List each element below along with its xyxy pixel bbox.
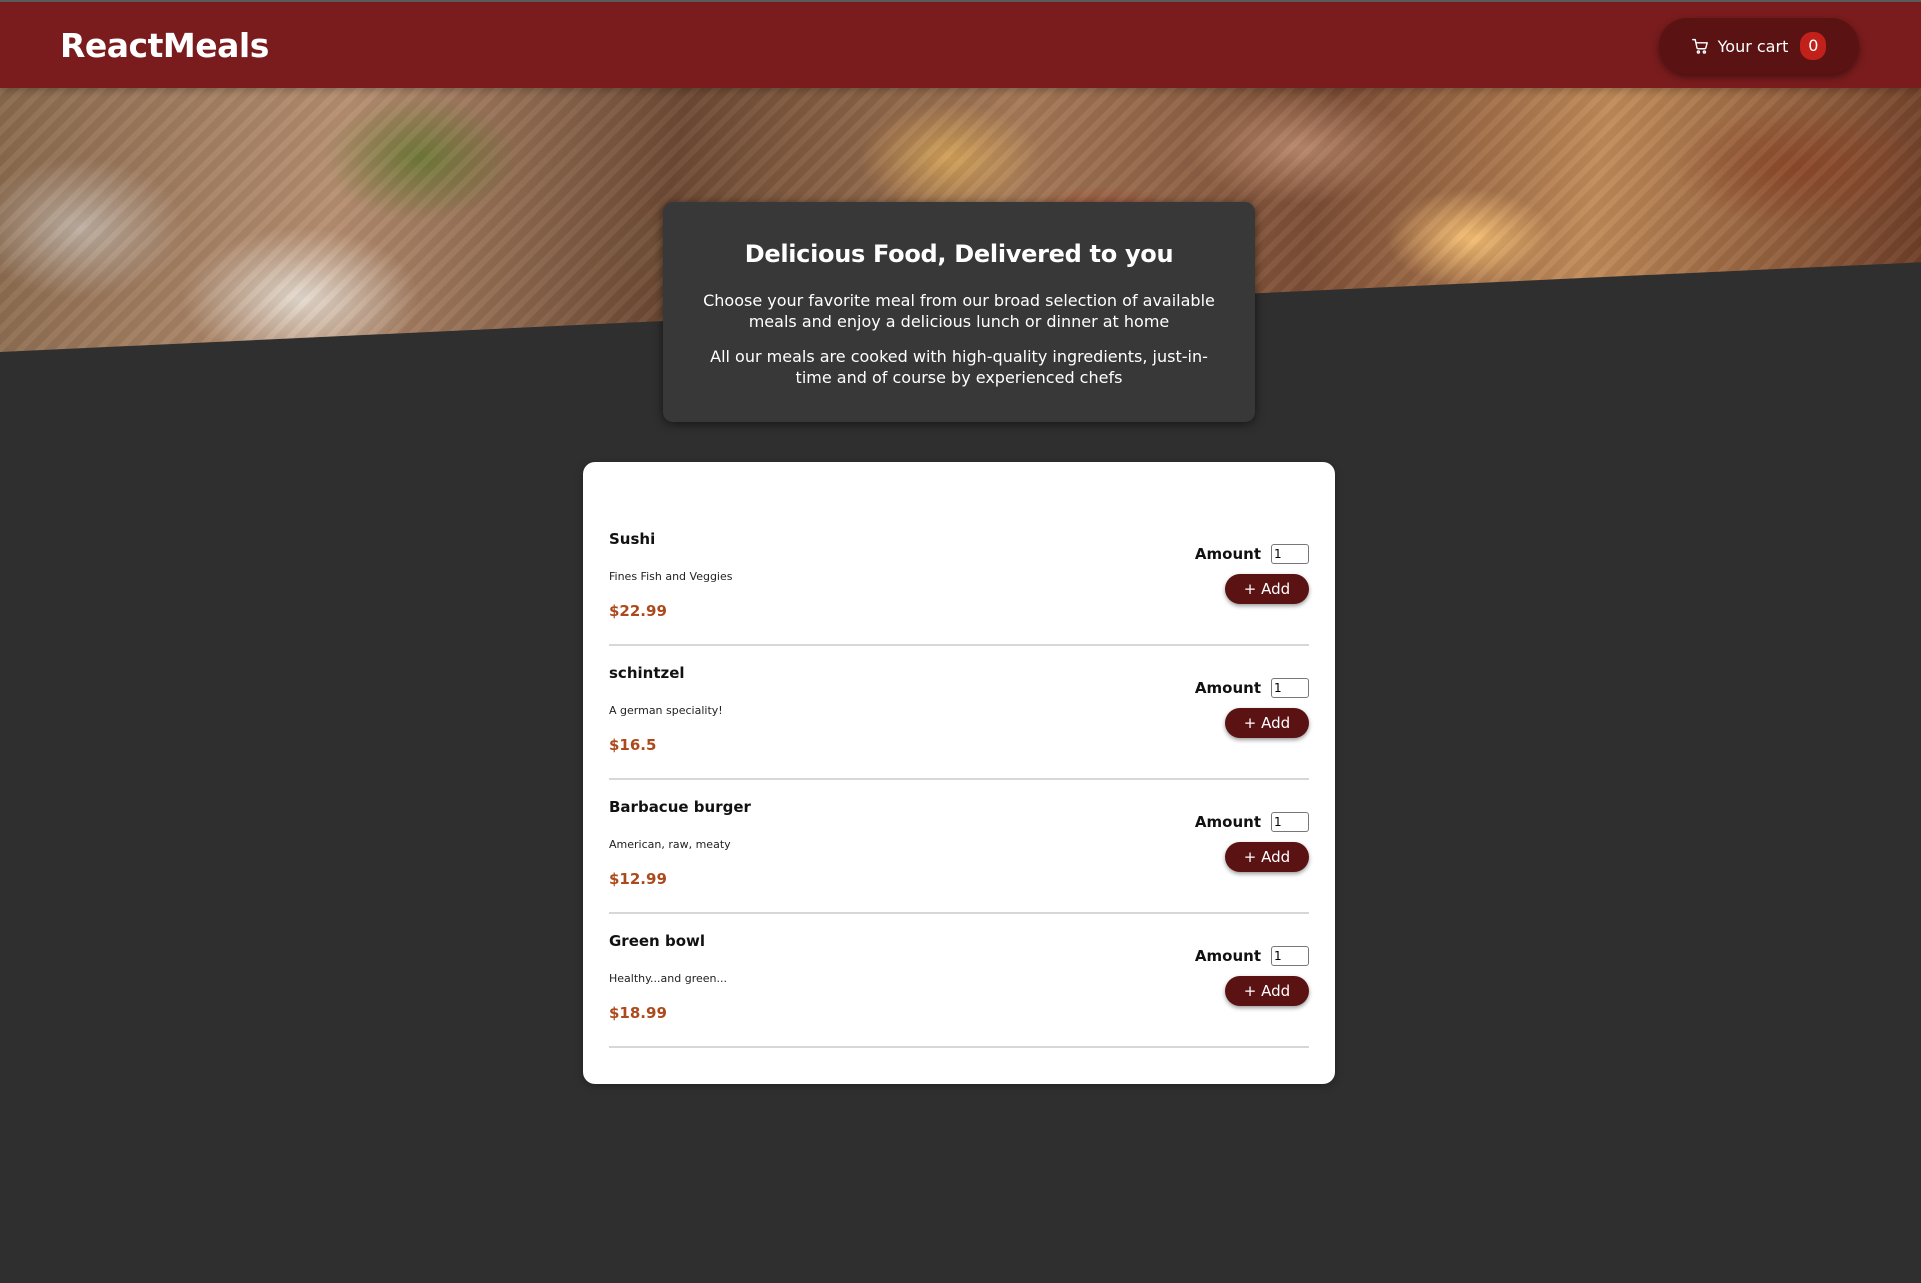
- cart-label: Your cart: [1717, 36, 1789, 56]
- meal-description: Healthy...and green...: [609, 972, 728, 985]
- add-to-cart-button[interactable]: + Add: [1225, 976, 1309, 1006]
- amount-label: Amount: [1194, 545, 1261, 563]
- summary-title: Delicious Food, Delivered to you: [744, 240, 1174, 268]
- meal-name: Sushi: [609, 530, 656, 548]
- meal-name: Green bowl: [609, 932, 705, 950]
- amount-label: Amount: [1194, 947, 1261, 965]
- amount-row: Amount: [1195, 678, 1309, 698]
- amount-label: Amount: [1194, 813, 1261, 831]
- meal-price: $22.99: [609, 602, 667, 620]
- amount-row: Amount: [1195, 946, 1309, 966]
- summary-paragraph-2: All our meals are cooked with high-quali…: [710, 347, 1208, 387]
- brand-logo: ReactMeals: [60, 26, 269, 65]
- add-to-cart-button[interactable]: + Add: [1225, 574, 1309, 604]
- add-to-cart-button[interactable]: + Add: [1225, 842, 1309, 872]
- add-to-cart-button[interactable]: + Add: [1225, 708, 1309, 738]
- meal-item: Barbacue burger American, raw, meaty $12…: [609, 780, 1309, 914]
- amount-input[interactable]: [1271, 946, 1309, 966]
- cart-count-badge: 0: [1800, 32, 1827, 60]
- meal-description: American, raw, meaty: [609, 838, 731, 851]
- cart-icon: [1691, 38, 1708, 54]
- amount-row: Amount: [1195, 812, 1309, 832]
- cart-button[interactable]: Your cart 0: [1659, 18, 1859, 74]
- meal-price: $18.99: [609, 1004, 667, 1022]
- amount-input[interactable]: [1271, 544, 1309, 564]
- amount-input[interactable]: [1271, 812, 1309, 832]
- amount-label: Amount: [1194, 679, 1261, 697]
- app-header: ReactMeals Your cart 0: [0, 0, 1921, 88]
- summary-paragraph-1: Choose your favorite meal from our broad…: [703, 291, 1215, 331]
- meal-item: schintzel A german speciality! $16.5 Amo…: [609, 646, 1309, 780]
- meal-price: $16.5: [609, 736, 657, 754]
- amount-input[interactable]: [1271, 678, 1309, 698]
- meal-item: Green bowl Healthy...and green... $18.99…: [609, 914, 1309, 1048]
- meal-price: $12.99: [609, 870, 667, 888]
- meal-name: Barbacue burger: [609, 798, 751, 816]
- meals-summary: Delicious Food, Delivered to you Choose …: [663, 202, 1255, 422]
- meal-description: A german speciality!: [609, 704, 723, 717]
- meal-description: Fines Fish and Veggies: [609, 570, 733, 583]
- amount-row: Amount: [1195, 544, 1309, 564]
- meal-name: schintzel: [609, 664, 685, 682]
- meals-list: Sushi Fines Fish and Veggies $22.99 Amou…: [583, 462, 1335, 1084]
- meal-item: Sushi Fines Fish and Veggies $22.99 Amou…: [609, 512, 1309, 646]
